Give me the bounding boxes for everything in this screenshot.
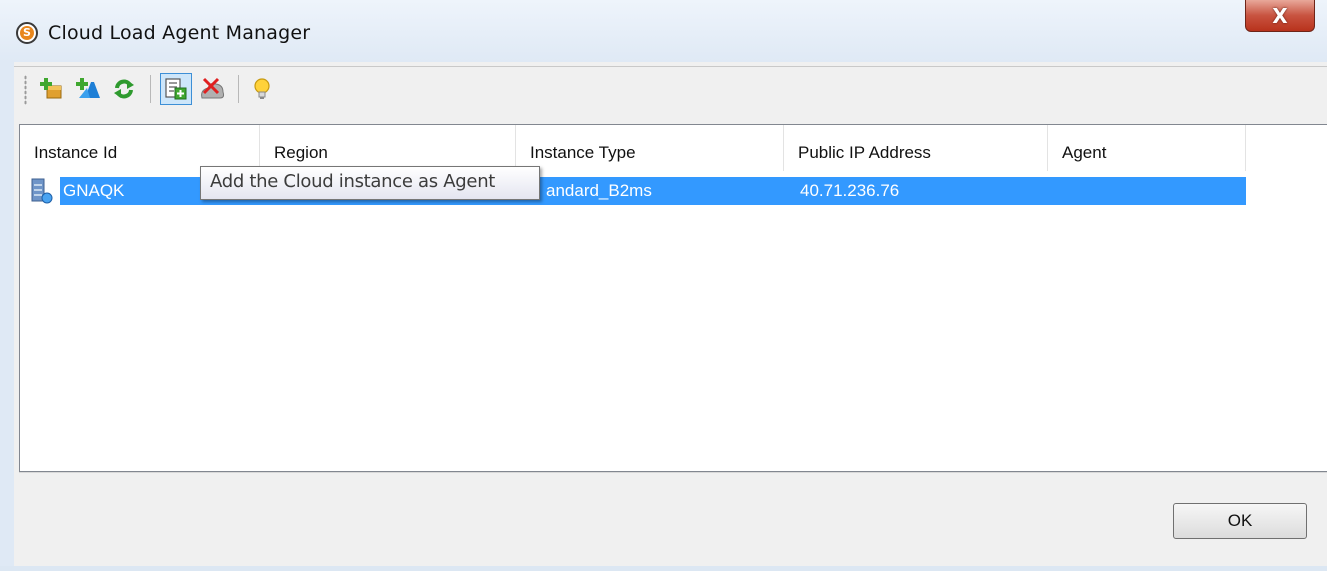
- delete-instance-icon: [201, 77, 225, 99]
- window-title: Cloud Load Agent Manager: [48, 22, 311, 44]
- tips-button[interactable]: [246, 73, 278, 105]
- cell-instance-id: GNAQK: [63, 181, 125, 200]
- cell-instance-type: andard_B2ms: [546, 181, 652, 200]
- ok-button[interactable]: OK: [1173, 503, 1307, 539]
- toolbar-grip-icon[interactable]: [24, 75, 27, 105]
- window-border-left: [0, 62, 14, 566]
- footer-divider: [19, 472, 1327, 473]
- app-logo-icon: S: [16, 22, 38, 44]
- dialog-window: S Cloud Load Agent Manager X Instance Id…: [0, 0, 1327, 571]
- add-agent-button[interactable]: [160, 73, 192, 105]
- add-instance-icon: [40, 78, 62, 99]
- column-header-agent[interactable]: Agent: [1048, 125, 1246, 171]
- column-header-instance-id[interactable]: Instance Id: [20, 125, 260, 171]
- add-azure-instance-button[interactable]: [72, 73, 104, 105]
- app-logo-letter: S: [20, 26, 34, 40]
- toolbar-separator: [238, 75, 239, 103]
- close-button[interactable]: X: [1245, 0, 1315, 32]
- toolbar-separator: [150, 75, 151, 103]
- refresh-button[interactable]: [108, 73, 140, 105]
- tooltip: Add the Cloud instance as Agent: [200, 166, 540, 200]
- add-azure-instance-icon: [76, 78, 100, 98]
- add-instance-button[interactable]: [36, 73, 68, 105]
- column-header-public-ip[interactable]: Public IP Address: [784, 125, 1048, 171]
- add-agent-icon: [165, 78, 187, 100]
- server-instance-icon: [31, 178, 53, 204]
- title-bar[interactable]: S Cloud Load Agent Manager X: [0, 0, 1327, 62]
- close-icon: X: [1272, 3, 1288, 28]
- refresh-icon: [114, 79, 134, 99]
- column-header-region[interactable]: Region: [260, 125, 516, 171]
- column-header-instance-type[interactable]: Instance Type: [516, 125, 784, 171]
- cell-public-ip: 40.71.236.76: [800, 181, 900, 200]
- delete-instance-button[interactable]: [196, 73, 228, 105]
- toolbar: [14, 66, 1327, 113]
- tip-bulb-icon: [254, 78, 270, 99]
- list-header: Instance Id Region Instance Type Public …: [20, 125, 1327, 171]
- window-border-bottom: [0, 566, 1327, 571]
